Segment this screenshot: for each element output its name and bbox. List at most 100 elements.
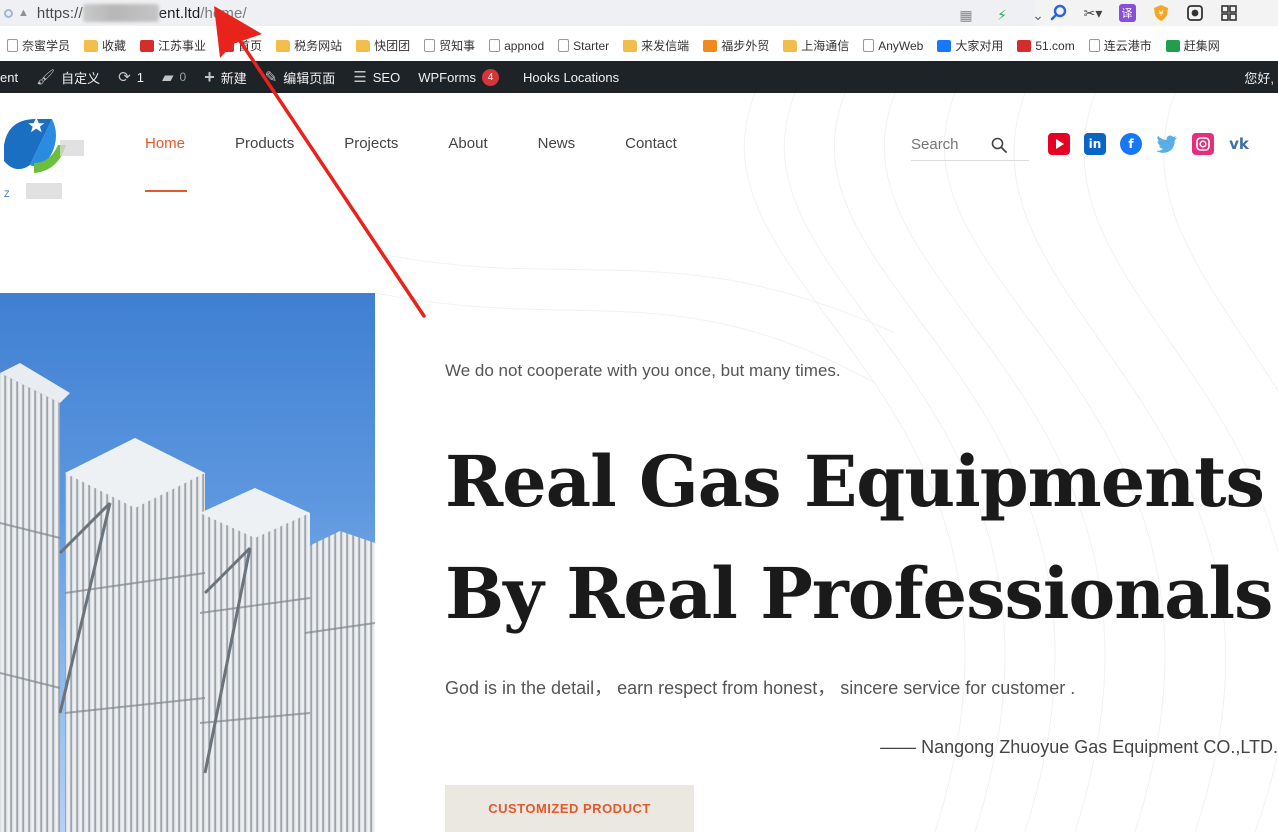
favicon-icon [1165,39,1180,52]
wp-comments[interactable]: ▰ 0 [153,61,195,93]
bookmark-item[interactable]: AnyWeb [856,39,930,53]
search-icon[interactable] [1048,2,1070,24]
redacted-host [82,4,159,22]
url-host: ent.ltd [158,5,201,22]
linkedin-icon[interactable]: in [1084,133,1106,155]
folder-icon [783,39,798,52]
wp-edit-page-label: 编辑页面 [283,70,336,86]
url-path: /home/ [200,5,247,22]
wp-site-name-label: ent [0,69,19,85]
lightning-icon[interactable]: ⚡ [991,4,1013,26]
bookmark-label: AnyWeb [878,38,924,53]
nav-item-products[interactable]: Products [235,135,294,152]
hero-text: We do not cooperate with you once, but m… [445,361,1278,650]
bookmark-item[interactable]: 赶集网 [1159,37,1227,54]
bookmark-item[interactable]: 贸知事 [417,37,482,54]
wp-admin-bar: ent 🖌 自定义 ⟳ 1 ▰ 0 + 新建 ✎ 编辑页面 ☰ SEO WPForms 4 H… [0,61,1278,93]
svg-text:¥: ¥ [1158,9,1163,18]
bookmark-item[interactable]: 快团团 [349,37,417,54]
favicon-icon [937,39,952,52]
favicon-icon [220,39,235,52]
comment-icon: ▰ [161,69,174,86]
twitter-icon[interactable] [1156,133,1178,155]
wp-seo[interactable]: ☰ SEO [344,61,409,93]
folder-icon [623,39,638,52]
record-icon[interactable] [1184,2,1206,24]
lock-icon[interactable]: ▲ [18,7,29,19]
page-icon [558,39,570,52]
wp-new[interactable]: + 新建 [195,61,256,93]
wp-customize[interactable]: 🖌 自定义 [27,61,109,93]
search-input[interactable] [911,136,991,153]
nav-item-home[interactable]: Home [145,135,185,152]
scissors-icon[interactable]: ✂▾ [1082,2,1104,24]
bookmark-label: appnod [504,38,545,53]
seo-icon: ☰ [353,69,367,86]
site-search[interactable] [911,129,1029,161]
favicon-icon [140,39,155,52]
url-field[interactable]: ▲ https:// ent.ltd/home/ [0,0,1035,26]
bookmark-label: 来发信端 [641,39,690,53]
bookmark-item[interactable]: 首页 [213,37,269,54]
page-icon [1088,39,1100,52]
bookmark-label: 51.com [1035,38,1075,53]
instagram-icon[interactable] [1192,133,1214,155]
page-icon [489,39,501,52]
wp-edit-page[interactable]: ✎ 编辑页面 [256,61,345,93]
svg-text:Z: Z [4,189,10,199]
bookmark-label: 收藏 [102,39,127,53]
site-info-icon[interactable] [4,8,13,18]
facebook-icon[interactable]: f [1120,133,1142,155]
wp-updates[interactable]: ⟳ 1 [109,61,153,93]
bookmark-item[interactable]: 大家对用 [930,37,1010,54]
translate-icon[interactable]: 译 [1116,2,1138,24]
main-nav: Home Products Projects About News Contact [145,135,727,152]
bookmark-label: 奈蜜学员 [22,39,71,53]
wp-customize-label: 自定义 [61,70,101,86]
bookmark-item[interactable]: appnod [482,39,551,53]
wp-wpforms-label: WPForms [418,69,477,85]
site-logo[interactable]: Z [0,105,90,199]
customized-product-button[interactable]: CUSTOMIZED PRODUCT [445,785,694,832]
grid-icon[interactable] [1218,2,1240,24]
wp-account[interactable]: 您好, [1244,61,1274,93]
url-text[interactable]: https:// ent.ltd/home/ [37,4,247,22]
hero-headline-line2: By Real Professionals [445,552,1273,635]
nav-item-projects[interactable]: Projects [344,135,398,152]
wp-hooks-locations[interactable]: Hooks Locations [514,61,628,93]
youtube-icon[interactable] [1048,133,1070,155]
wp-wpforms[interactable]: WPForms 4 [409,61,508,93]
nav-item-news[interactable]: News [538,135,576,152]
browser-address-bar: ▲ https:// ent.ltd/home/ ▦ ⚡ ⌄ ✂▾ 译 ¥ [0,0,1278,26]
bookmark-item[interactable]: 奈蜜学员 [0,37,77,54]
chevron-down-icon[interactable]: ⌄ [1027,4,1049,26]
hero-headline: Real Gas Equipments By Real Professional… [445,426,1278,650]
bookmark-item[interactable]: 来发信端 [616,37,696,54]
wp-site-name[interactable]: ent [0,61,27,93]
bookmark-label: 首页 [238,39,263,53]
bookmark-item[interactable]: Starter [551,39,616,53]
bookmark-item[interactable]: 上海通信 [776,37,856,54]
nav-item-about[interactable]: About [448,135,487,152]
bookmark-label: 大家对用 [955,39,1004,53]
favicon-icon [703,39,718,52]
wp-comments-count: 0 [179,70,187,84]
wpforms-badge: 4 [482,68,500,86]
nav-item-contact[interactable]: Contact [625,135,677,152]
bookmark-item[interactable]: 江苏事业 [133,37,213,54]
bookmark-item[interactable]: 连云港市 [1082,37,1159,54]
bookmark-item[interactable]: 收藏 [77,37,133,54]
shield-icon[interactable]: ¥ [1150,2,1172,24]
vk-icon[interactable]: vk [1228,133,1250,155]
search-icon[interactable] [991,137,1007,153]
bookmark-item[interactable]: 税务网站 [269,37,349,54]
bookmark-item[interactable]: 51.com [1010,39,1081,53]
page-icon [863,39,875,52]
bookmark-label: 税务网站 [294,39,343,53]
bookmark-label: Starter [573,38,610,53]
bookmark-item[interactable]: 福步外贸 [696,37,776,54]
wp-greeting: 您好, [1244,70,1274,86]
hero-headline-line1: Real Gas Equipments [445,440,1265,523]
qr-icon[interactable]: ▦ [955,4,977,26]
wp-new-label: 新建 [220,70,247,86]
